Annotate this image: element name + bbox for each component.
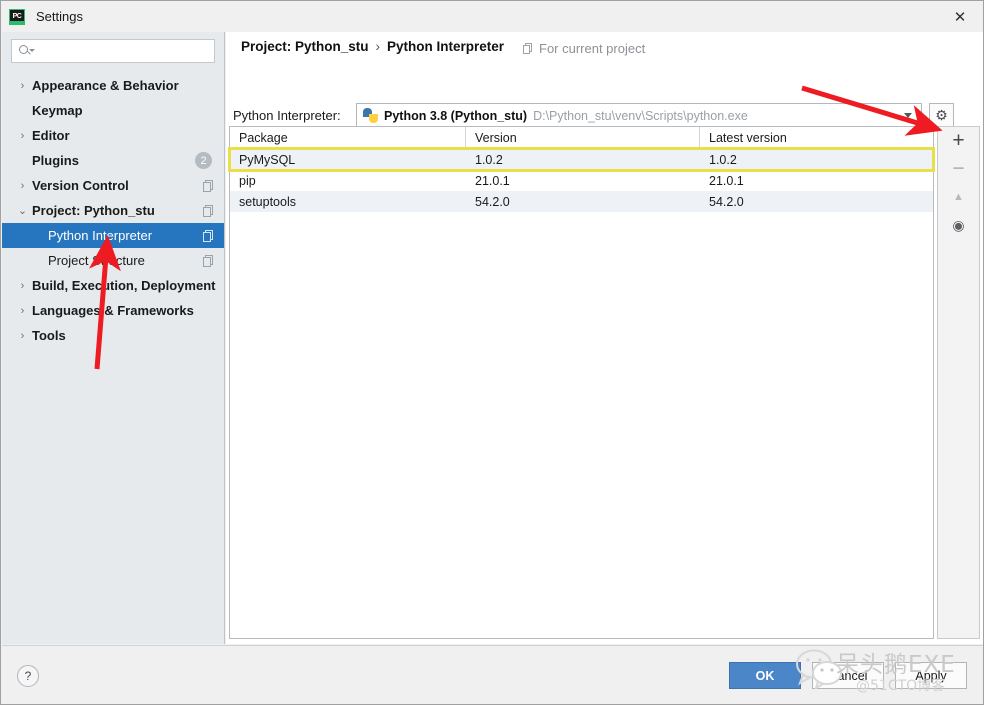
sidebar-item-languages-frameworks[interactable]: › Languages & Frameworks — [2, 298, 224, 323]
column-header[interactable]: Version — [466, 127, 700, 148]
version-cell: 21.0.1 — [475, 173, 510, 188]
title-bar: PC Settings ✕ — [1, 1, 983, 32]
cancel-button[interactable]: Cancel — [812, 662, 884, 689]
close-icon[interactable]: ✕ — [937, 1, 983, 32]
sidebar-item-label: Plugins — [32, 153, 79, 168]
sidebar-item-label: Languages & Frameworks — [32, 303, 194, 318]
table-body: PyMySQL 1.0.2 1.0.2 pip 21.0.1 21.0.1 setuptoo… — [228, 147, 935, 212]
add-package-button[interactable]: + — [938, 127, 979, 155]
copy-icon — [523, 43, 534, 54]
settings-tree: › Appearance & Behavior Keymap › Editor Plugi… — [2, 73, 224, 348]
help-button[interactable]: ? — [17, 665, 39, 687]
table-row[interactable]: setuptools 54.2.0 54.2.0 — [230, 191, 933, 212]
breadcrumb: Project: Python_stu › Python Interpreter — [241, 39, 504, 54]
table-row[interactable]: PyMySQL 1.0.2 1.0.2 — [228, 147, 935, 172]
chevron-right-icon[interactable]: › — [16, 180, 29, 192]
apply-label: Apply — [915, 668, 947, 683]
interpreter-name: Python 3.8 (Python_stu) — [384, 108, 528, 123]
sidebar-item-label: Build, Execution, Deployment — [32, 278, 216, 293]
python-icon — [363, 108, 378, 123]
sidebar-item-label: Project Structure — [48, 253, 145, 268]
eye-icon: ◉ — [952, 216, 965, 233]
latest-version-cell: 21.0.1 — [709, 173, 744, 188]
for-current-project-label: For current project — [523, 41, 645, 56]
packages-table: Package Version Latest version PyMySQL 1.0.… — [228, 126, 935, 639]
breadcrumb-leaf: Python Interpreter — [387, 39, 505, 54]
column-header[interactable]: Package — [230, 127, 466, 148]
latest-version-cell: 54.2.0 — [709, 194, 744, 209]
sidebar-item-label: Python Interpreter — [48, 228, 153, 243]
sidebar-item-plugins[interactable]: Plugins 2 — [2, 148, 224, 173]
triangle-up-icon: ▲ — [953, 191, 964, 203]
show-early-releases-button[interactable]: ◉ — [938, 211, 979, 239]
pycharm-logo-icon: PC — [9, 8, 25, 25]
sidebar-item-label: Editor — [32, 128, 70, 143]
gear-icon[interactable]: ⚙ — [929, 103, 954, 128]
chevron-right-icon[interactable]: › — [16, 280, 29, 292]
remove-package-button[interactable]: − — [938, 155, 979, 183]
sidebar-item-tools[interactable]: › Tools — [2, 323, 224, 348]
column-header[interactable]: Latest version — [700, 127, 933, 148]
copy-icon — [203, 204, 215, 217]
gear-glyph: ⚙ — [935, 107, 948, 123]
version-cell: 1.0.2 — [475, 152, 503, 167]
apply-button[interactable]: Apply — [895, 662, 967, 689]
cancel-label: Cancel — [828, 668, 868, 683]
sidebar-item-python-interpreter[interactable]: Python Interpreter — [2, 223, 224, 248]
plugins-update-badge: 2 — [195, 152, 212, 169]
window-title: Settings — [36, 9, 83, 24]
breadcrumb-root[interactable]: Project: Python_stu — [241, 39, 369, 54]
package-cell: pip — [239, 173, 256, 188]
chevron-down-icon — [904, 113, 912, 118]
settings-sidebar: › Appearance & Behavior Keymap › Editor Plugi… — [2, 32, 225, 644]
sidebar-item-label: Project: Python_stu — [32, 203, 155, 218]
ok-button[interactable]: OK — [729, 662, 801, 689]
package-cell: PyMySQL — [239, 152, 296, 167]
pycharm-logo-text: PC — [12, 13, 22, 20]
sidebar-item-project-structure[interactable]: Project Structure — [2, 248, 224, 273]
chevron-down-icon[interactable]: ⌄ — [16, 204, 29, 217]
interpreter-dropdown[interactable]: Python 3.8 (Python_stu) D:\Python_stu\ve… — [356, 103, 922, 128]
sidebar-item-appearance-behavior[interactable]: › Appearance & Behavior — [2, 73, 224, 98]
package-cell: setuptools — [239, 194, 296, 209]
search-box[interactable] — [11, 39, 215, 63]
chevron-right-icon[interactable]: › — [16, 330, 29, 342]
sidebar-item-label: Keymap — [32, 103, 83, 118]
for-current-project-text: For current project — [539, 41, 646, 56]
upgrade-package-button[interactable]: ▲ — [938, 183, 979, 211]
sidebar-item-version-control[interactable]: › Version Control — [2, 173, 224, 198]
chevron-right-icon[interactable]: › — [16, 80, 29, 92]
sidebar-item-project-python-stu[interactable]: ⌄ Project: Python_stu — [2, 198, 224, 223]
breadcrumb-separator: › — [375, 39, 381, 54]
latest-version-cell: 1.0.2 — [709, 152, 737, 167]
plus-icon: + — [952, 129, 965, 152]
version-cell: 54.2.0 — [475, 194, 510, 209]
dialog-footer: ? OK Cancel Apply — [2, 645, 983, 704]
sidebar-item-label: Version Control — [32, 178, 129, 193]
interpreter-path: D:\Python_stu\venv\Scripts\python.exe — [533, 108, 748, 123]
chevron-right-icon[interactable]: › — [16, 305, 29, 317]
interpreter-label: Python Interpreter: — [233, 108, 341, 123]
minus-icon: − — [952, 157, 965, 180]
table-row[interactable]: pip 21.0.1 21.0.1 — [230, 170, 933, 191]
table-header: Package Version Latest version — [230, 127, 933, 149]
search-input[interactable] — [33, 44, 214, 58]
copy-icon — [203, 254, 215, 267]
sidebar-item-label: Tools — [32, 328, 66, 343]
chevron-right-icon[interactable]: › — [16, 130, 29, 142]
sidebar-item-label: Appearance & Behavior — [32, 78, 179, 93]
copy-icon — [203, 179, 215, 192]
main-panel: Project: Python_stu › Python Interpreter… — [226, 32, 983, 644]
sidebar-item-build-execution-deployment[interactable]: › Build, Execution, Deployment — [2, 273, 224, 298]
settings-dialog: PC Settings ✕ › Appearance & Behavior Keym… — [0, 0, 984, 705]
help-label: ? — [24, 669, 32, 683]
sidebar-item-keymap[interactable]: Keymap — [2, 98, 224, 123]
sidebar-item-editor[interactable]: › Editor — [2, 123, 224, 148]
packages-toolbar: + − ▲ ◉ — [937, 126, 980, 639]
copy-icon — [203, 229, 215, 242]
search-icon — [19, 44, 35, 58]
ok-label: OK — [755, 668, 775, 683]
